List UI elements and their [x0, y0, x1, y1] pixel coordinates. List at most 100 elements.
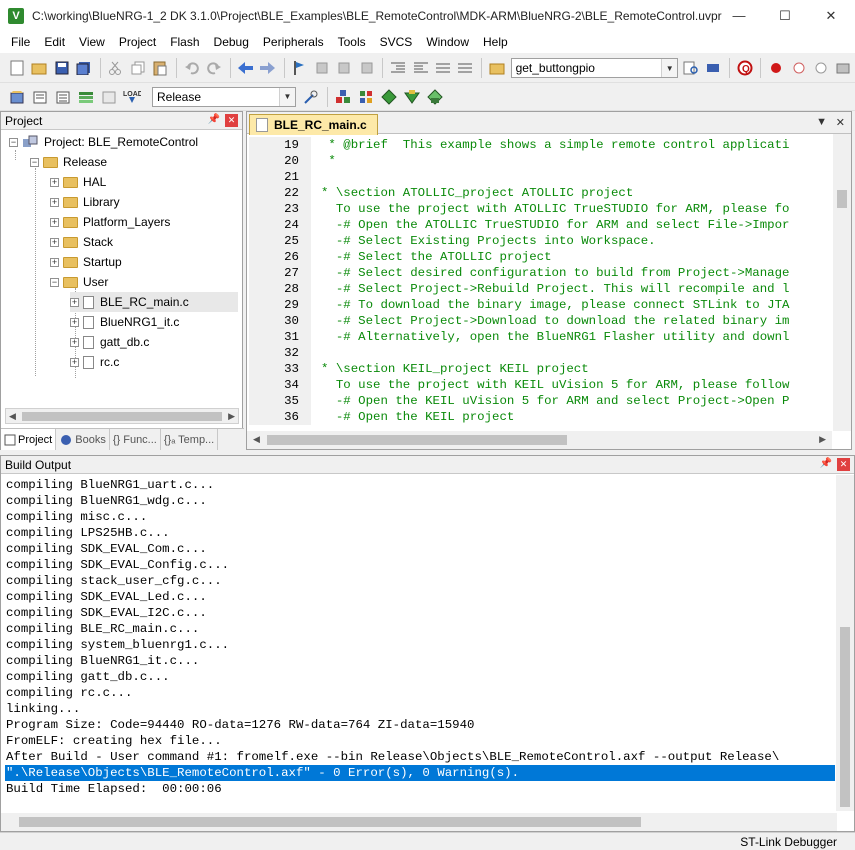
code-line[interactable]: 35 -# Open the KEIL uVision 5 for ARM an…	[249, 393, 831, 409]
build-output-line[interactable]: compiling SDK_EVAL_Led.c...	[5, 589, 835, 605]
expand-icon[interactable]: +	[50, 257, 59, 267]
chevron-down-icon[interactable]: ▼	[279, 87, 295, 106]
pack-update-icon[interactable]	[424, 86, 446, 108]
editor-horizontal-scrollbar[interactable]: ◀ ▶	[247, 431, 832, 449]
prev-bookmark-icon[interactable]	[311, 57, 332, 79]
expand-icon[interactable]: +	[50, 197, 59, 207]
build-output-line[interactable]: Build Time Elapsed: 00:00:06	[5, 781, 835, 797]
code-line[interactable]: 27 -# Select desired configuration to bu…	[249, 265, 831, 281]
build-output-line[interactable]: compiling BlueNRG1_uart.c...	[5, 477, 835, 493]
undo-icon[interactable]	[181, 57, 202, 79]
save-all-icon[interactable]	[73, 57, 94, 79]
collapse-icon[interactable]: −	[30, 157, 39, 167]
tree-target-release[interactable]: − Release	[30, 152, 107, 172]
tree-file-bluenrg1-it[interactable]: + BlueNRG1_it.c	[70, 312, 179, 332]
download-load-icon[interactable]: LOAD	[121, 86, 143, 108]
more-tools-icon[interactable]	[833, 57, 854, 79]
scrollbar-thumb[interactable]	[22, 412, 222, 421]
build-output-line[interactable]: compiling LPS25HB.c...	[5, 525, 835, 541]
build-output-line[interactable]: compiling SDK_EVAL_Config.c...	[5, 557, 835, 573]
pin-icon[interactable]: 📌	[208, 114, 220, 125]
menu-view[interactable]: View	[72, 31, 112, 53]
minimize-button[interactable]: —	[716, 0, 762, 31]
scrollbar-thumb[interactable]	[267, 435, 567, 445]
editor-vertical-scrollbar[interactable]	[833, 134, 851, 431]
chevron-down-icon[interactable]: ▼	[661, 59, 678, 77]
menu-file[interactable]: File	[4, 31, 37, 53]
stop-build-icon[interactable]	[98, 86, 120, 108]
menu-flash[interactable]: Flash	[163, 31, 206, 53]
manage-project-items-icon[interactable]	[332, 86, 354, 108]
comment-icon[interactable]	[432, 57, 453, 79]
start-debug-icon[interactable]: Q	[734, 57, 755, 79]
pin-icon[interactable]: 📌	[820, 458, 832, 469]
close-button[interactable]: ✕	[808, 0, 854, 31]
menu-help[interactable]: Help	[476, 31, 515, 53]
tree-group-hal[interactable]: + HAL	[50, 172, 106, 192]
build-output-line[interactable]: compiling BlueNRG1_it.c...	[5, 653, 835, 669]
code-line[interactable]: 34 To use the project with KEIL uVision …	[249, 377, 831, 393]
build-output-line[interactable]: compiling BlueNRG1_wdg.c...	[5, 493, 835, 509]
kill-breakpoints-icon[interactable]	[810, 57, 831, 79]
tree-file-gatt-db[interactable]: + gatt_db.c	[70, 332, 149, 352]
build-icon[interactable]	[29, 86, 51, 108]
build-output-line[interactable]: Program Size: Code=94440 RO-data=1276 RW…	[5, 717, 835, 733]
tree-project-root[interactable]: − Project: BLE_RemoteControl	[9, 132, 198, 152]
code-line[interactable]: 26 -# Select the ATOLLIC project	[249, 249, 831, 265]
build-output-line[interactable]: compiling rc.c...	[5, 685, 835, 701]
tree-file-rc[interactable]: + rc.c	[70, 352, 119, 372]
target-options-icon[interactable]	[300, 86, 322, 108]
navigate-back-icon[interactable]	[235, 57, 256, 79]
expand-icon[interactable]: +	[70, 317, 79, 327]
tab-functions[interactable]: {} Func...	[110, 429, 161, 450]
menu-svcs[interactable]: SVCS	[373, 31, 420, 53]
manage-run-time-environment-icon[interactable]	[355, 86, 377, 108]
code-line[interactable]: 24 -# Open the ATOLLIC TrueSTUDIO for AR…	[249, 217, 831, 233]
expand-icon[interactable]: +	[50, 237, 59, 247]
code-line[interactable]: 28 -# Select Project->Rebuild Project. T…	[249, 281, 831, 297]
unindent-icon[interactable]	[410, 57, 431, 79]
expand-icon[interactable]: +	[70, 357, 79, 367]
redo-icon[interactable]	[203, 57, 224, 79]
menu-debug[interactable]: Debug	[207, 31, 256, 53]
code-line[interactable]: 29 -# To download the binary image, plea…	[249, 297, 831, 313]
tree-group-library[interactable]: + Library	[50, 192, 120, 212]
code-view[interactable]: 19 * @brief This example shows a simple …	[249, 137, 831, 441]
code-line[interactable]: 25 -# Select Existing Projects into Work…	[249, 233, 831, 249]
code-line[interactable]: 19 * @brief This example shows a simple …	[249, 137, 831, 153]
tree-group-platform-layers[interactable]: + Platform_Layers	[50, 212, 170, 232]
tab-list-dropdown-icon[interactable]: ▼	[816, 116, 827, 128]
cut-icon[interactable]	[105, 57, 126, 79]
menu-project[interactable]: Project	[112, 31, 163, 53]
insert-breakpoint-icon[interactable]	[765, 57, 786, 79]
next-bookmark-icon[interactable]	[334, 57, 355, 79]
scrollbar-thumb[interactable]	[840, 627, 850, 807]
build-output-line[interactable]: compiling stack_user_cfg.c...	[5, 573, 835, 589]
incremental-find-icon[interactable]	[680, 57, 701, 79]
scroll-left-icon[interactable]: ◀	[9, 411, 16, 422]
translate-icon[interactable]	[6, 86, 28, 108]
scroll-right-icon[interactable]: ▶	[819, 434, 826, 445]
expand-icon[interactable]: +	[50, 177, 59, 187]
new-file-icon[interactable]	[6, 57, 27, 79]
copy-icon[interactable]	[127, 57, 148, 79]
code-line[interactable]: 30 -# Select Project->Download to downlo…	[249, 313, 831, 329]
indent-icon[interactable]	[387, 57, 408, 79]
scroll-left-icon[interactable]: ◀	[253, 434, 260, 445]
collapse-icon[interactable]: −	[9, 137, 18, 147]
tab-templates[interactable]: {}ₐ Temp...	[161, 429, 219, 450]
tree-group-startup[interactable]: + Startup	[50, 252, 122, 272]
uncomment-icon[interactable]	[455, 57, 476, 79]
pack-installer-icon[interactable]	[401, 86, 423, 108]
collapse-icon[interactable]: −	[50, 277, 59, 287]
scrollbar-thumb[interactable]	[837, 190, 847, 208]
find-icon[interactable]	[703, 57, 724, 79]
code-line[interactable]: 36 -# Open the KEIL project	[249, 409, 831, 425]
tab-project[interactable]: Project	[1, 429, 57, 450]
build-output-line[interactable]: compiling BLE_RC_main.c...	[5, 621, 835, 637]
build-output-horizontal-scrollbar[interactable]	[1, 813, 837, 831]
build-output-line[interactable]: compiling misc.c...	[5, 509, 835, 525]
tree-group-user[interactable]: − User	[50, 272, 108, 292]
select-software-packs-icon[interactable]	[378, 86, 400, 108]
open-folder-icon[interactable]	[28, 57, 49, 79]
